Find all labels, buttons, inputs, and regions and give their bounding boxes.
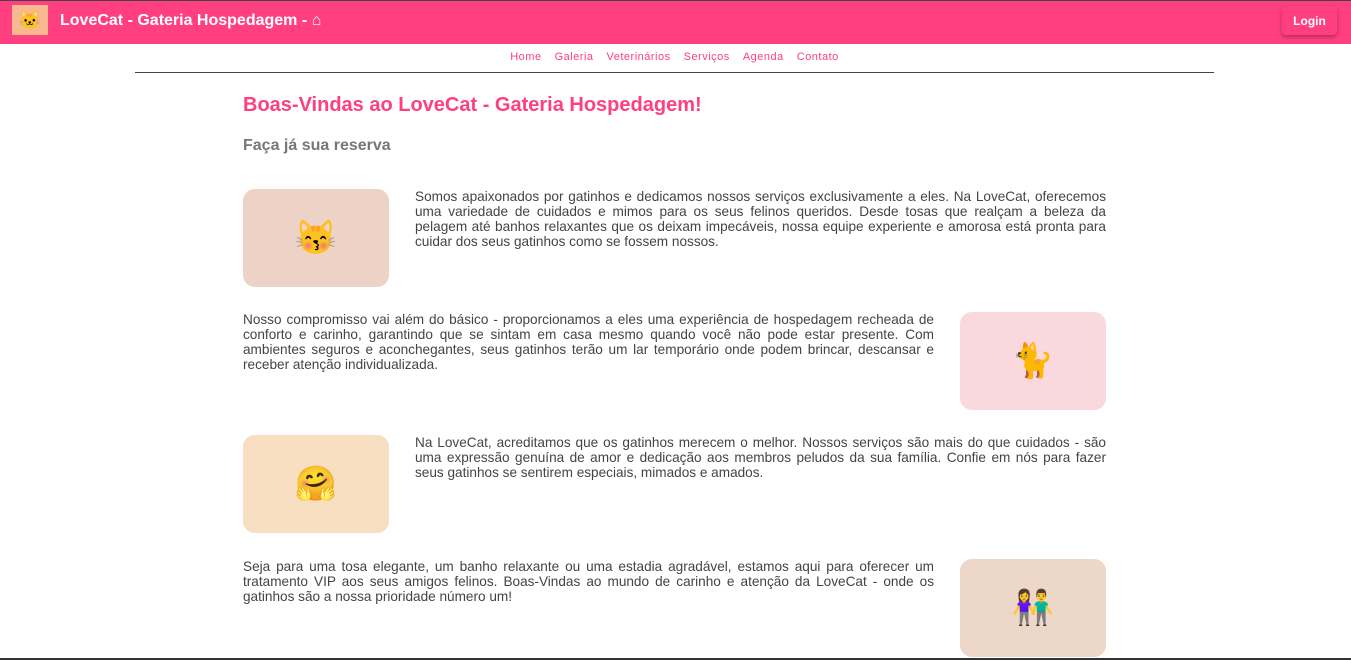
top-bar: 🐱 LoveCat - Gateria Hospedagem - ⌂ Login [0, 1, 1351, 44]
section-1: 😽 Somos apaixonados por gatinhos e dedic… [243, 189, 1106, 287]
nav-galeria[interactable]: Galeria [555, 51, 594, 72]
cat-illustration-image: 🤗 [243, 435, 389, 533]
page-subtitle: Faça já sua reserva [243, 137, 391, 154]
main-nav: Home Galeria Veterinários Serviços Agend… [135, 45, 1214, 73]
nav-contato[interactable]: Contato [797, 51, 839, 72]
nav-agenda[interactable]: Agenda [743, 51, 784, 72]
section-2: Nosso compromisso vai além do básico - p… [243, 312, 1106, 410]
section-text: Na LoveCat, acreditamos que os gatinhos … [415, 435, 1106, 480]
nav-veterinarios[interactable]: Veterinários [607, 51, 671, 72]
page-title: Boas-Vindas ao LoveCat - Gateria Hospeda… [243, 94, 702, 116]
section-4: Seja para uma tosa elegante, um banho re… [243, 559, 1106, 657]
cat-illustration-image: 😽 [243, 189, 389, 287]
logo: 🐱 [12, 5, 48, 35]
cat-illustration-image: 👫 [960, 559, 1106, 657]
app-title: LoveCat - Gateria Hospedagem - ⌂ [60, 12, 322, 29]
nav-servicos[interactable]: Serviços [684, 51, 730, 72]
cat-illustration-image: 🐈 [960, 312, 1106, 410]
section-text: Nosso compromisso vai além do básico - p… [243, 312, 934, 372]
home-icon[interactable]: ⌂ [312, 12, 322, 29]
section-3: 🤗 Na LoveCat, acreditamos que os gatinho… [243, 435, 1106, 533]
nav-home[interactable]: Home [510, 51, 541, 72]
section-text: Somos apaixonados por gatinhos e dedicam… [415, 189, 1106, 249]
login-button[interactable]: Login [1282, 6, 1337, 35]
section-text: Seja para uma tosa elegante, um banho re… [243, 559, 934, 604]
